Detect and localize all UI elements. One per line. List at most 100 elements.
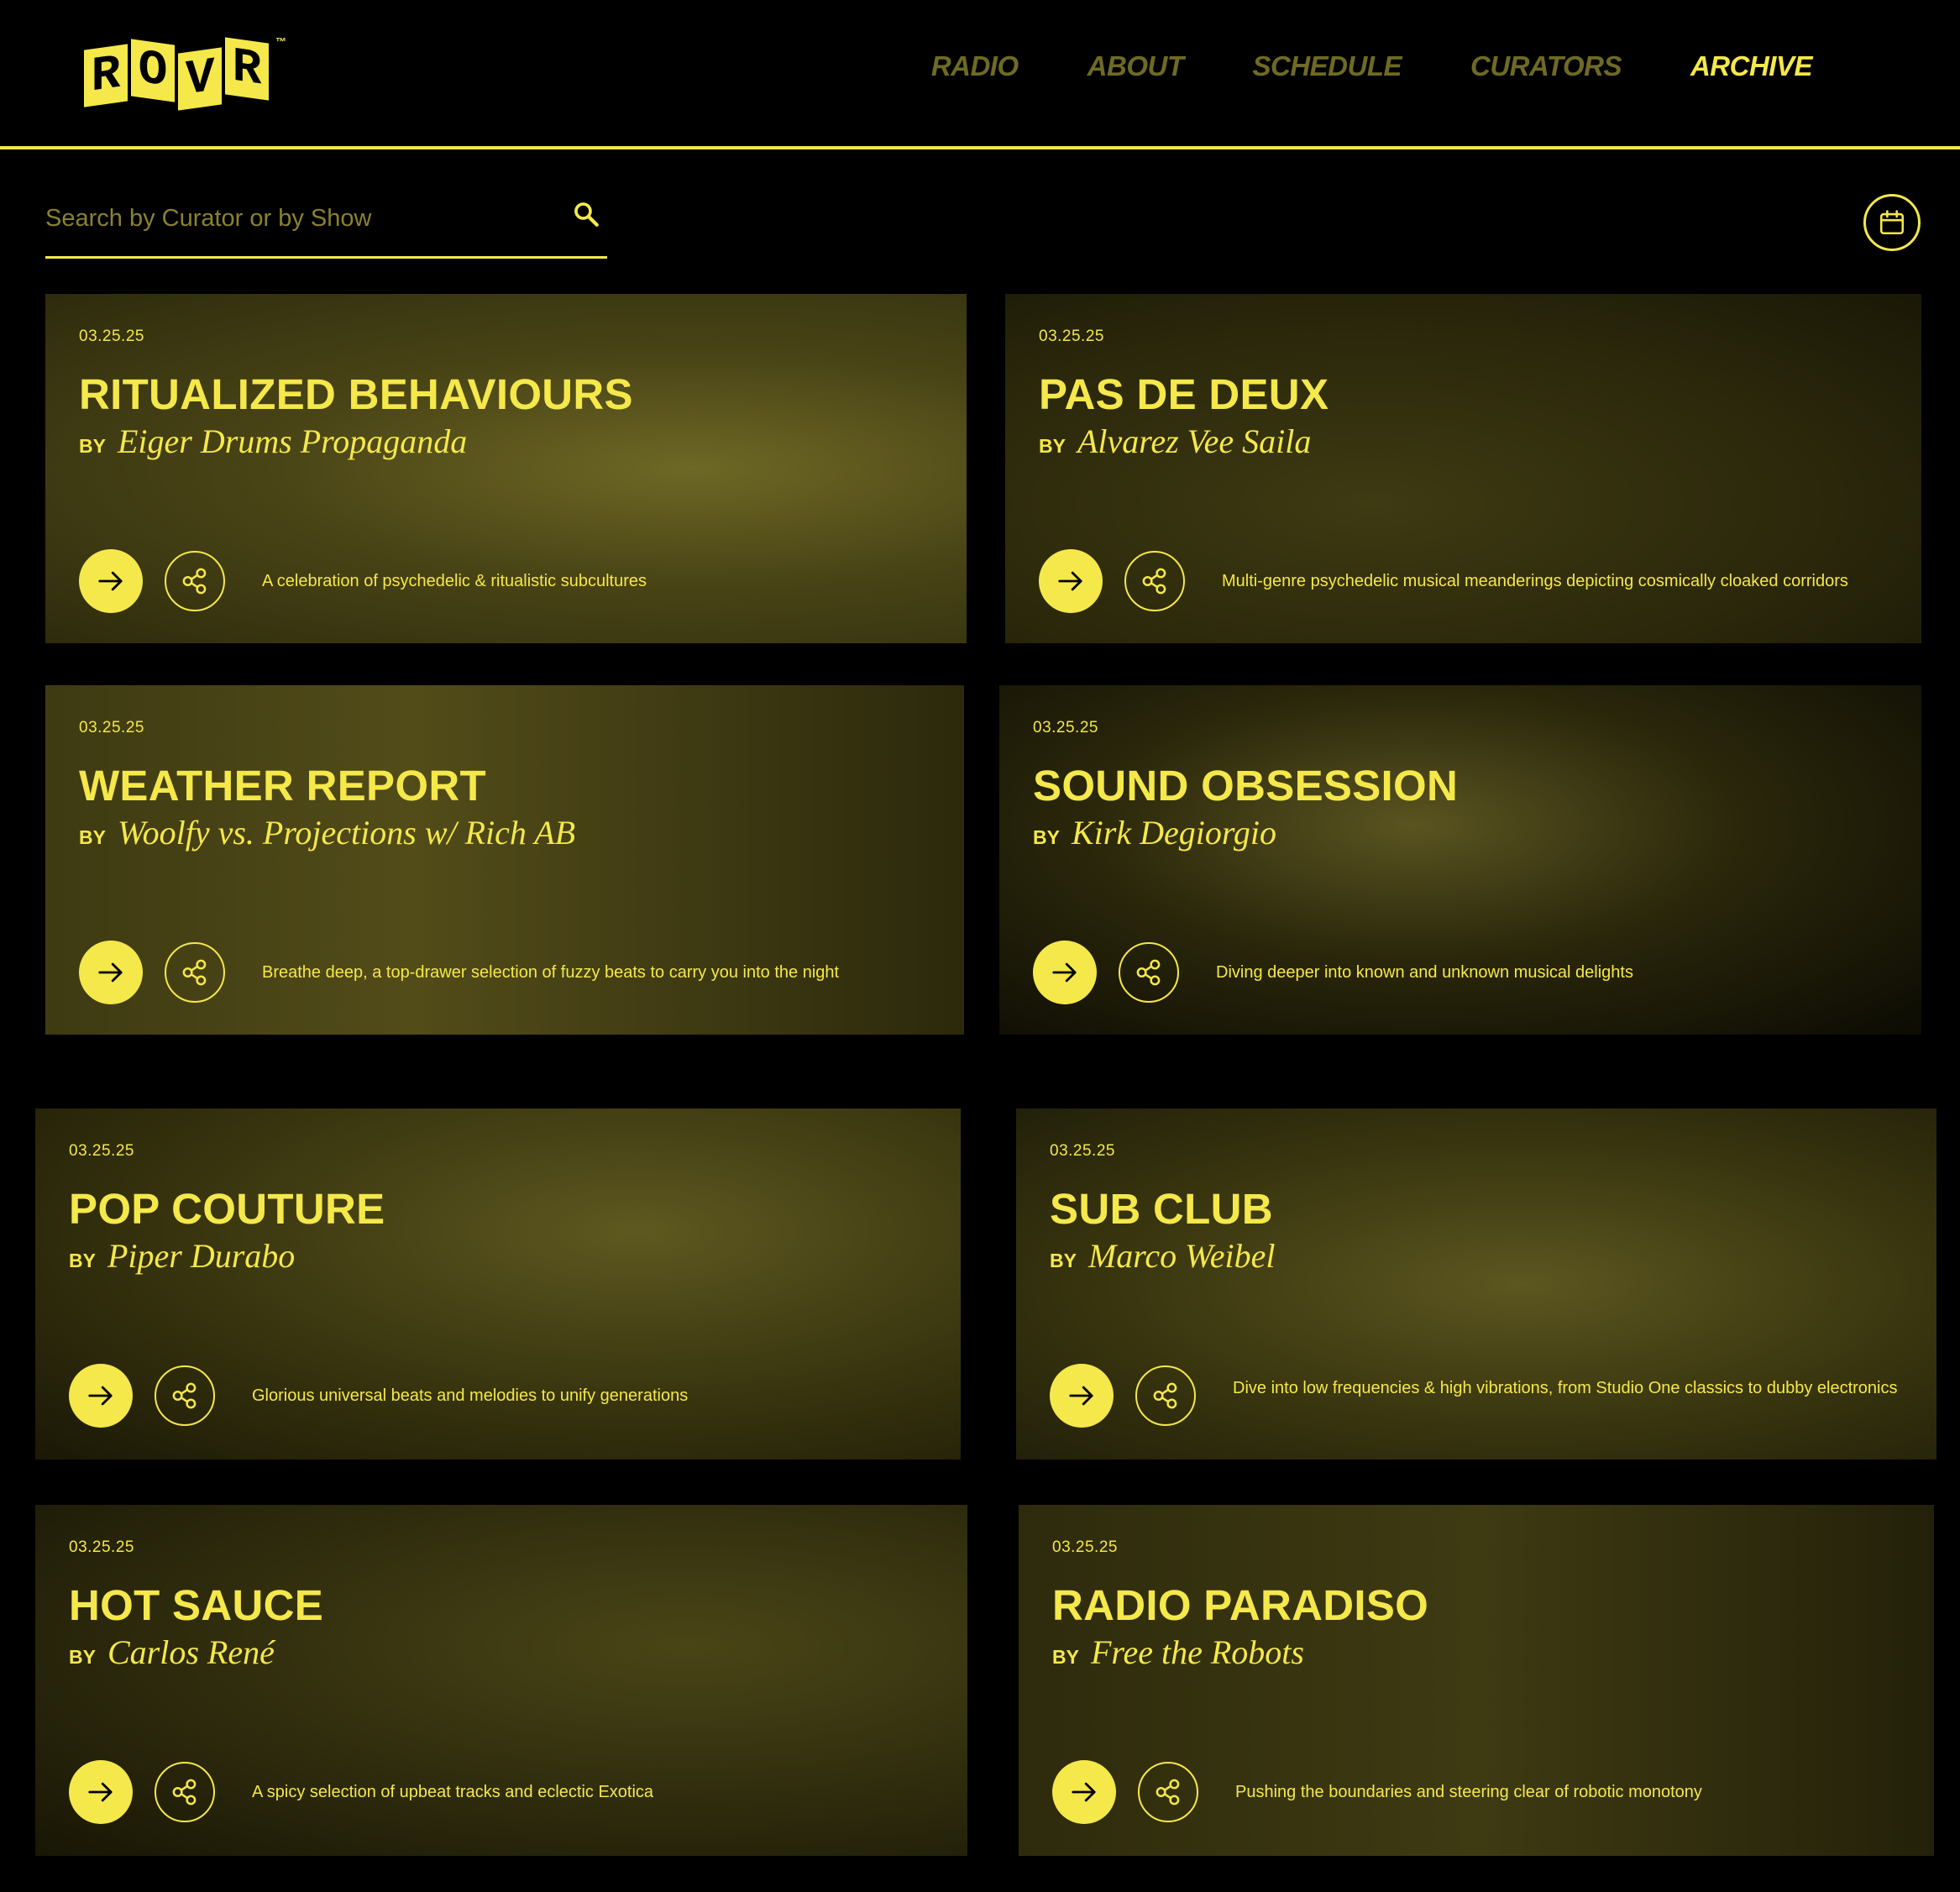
curator-name[interactable]: Marco Weibel: [1088, 1236, 1276, 1276]
logo-letter: O: [131, 39, 175, 102]
show-date: 03.25.25: [79, 719, 144, 736]
show-curator-line: BY Kirk Degiorgio: [1033, 813, 1276, 852]
by-label: BY: [1050, 1250, 1077, 1271]
show-date: 03.25.25: [79, 328, 144, 345]
logo-letter: R: [84, 44, 128, 107]
arrow-right-icon: [1046, 954, 1083, 991]
nav-archive[interactable]: ARCHIVE: [1690, 50, 1813, 82]
show-card[interactable]: 03.25.25 WEATHER REPORT BY Woolfy vs. Pr…: [45, 685, 964, 1035]
show-curator-line: BY Alvarez Vee Saila: [1039, 422, 1311, 461]
arrow-right-icon: [82, 1377, 119, 1414]
share-icon: [167, 1774, 202, 1810]
nav-radio[interactable]: RADIO: [931, 50, 1019, 82]
by-label: BY: [1039, 435, 1066, 457]
share-button[interactable]: [1124, 551, 1185, 611]
curator-name[interactable]: Woolfy vs. Projections w/ Rich AB: [118, 813, 575, 852]
show-date: 03.25.25: [69, 1142, 134, 1160]
curator-name[interactable]: Piper Durabo: [107, 1236, 295, 1276]
share-icon: [177, 563, 212, 599]
show-date: 03.25.25: [1052, 1538, 1118, 1556]
show-description: A spicy selection of upbeat tracks and e…: [252, 1783, 654, 1801]
share-button[interactable]: [1135, 1365, 1196, 1426]
curator-name[interactable]: Alvarez Vee Saila: [1077, 422, 1311, 461]
show-title[interactable]: SUB CLUB: [1050, 1184, 1273, 1234]
play-button[interactable]: [69, 1364, 133, 1428]
show-date: 03.25.25: [1033, 719, 1098, 736]
nav-curators[interactable]: CURATORS: [1470, 50, 1622, 82]
site-header: R O V R ™ RADIO ABOUT SCHEDULE CURATORS …: [0, 0, 1960, 149]
nav-about[interactable]: ABOUT: [1087, 50, 1184, 82]
arrow-right-icon: [92, 954, 129, 991]
arrow-right-icon: [92, 563, 129, 600]
show-title[interactable]: RADIO PARADISO: [1052, 1580, 1428, 1630]
show-description: Glorious universal beats and melodies to…: [252, 1386, 689, 1405]
share-icon: [1148, 1378, 1183, 1413]
curator-name[interactable]: Kirk Degiorgio: [1072, 813, 1276, 852]
arrow-right-icon: [1066, 1774, 1103, 1811]
play-button[interactable]: [1050, 1364, 1114, 1428]
by-label: BY: [69, 1646, 96, 1668]
show-title[interactable]: HOT SAUCE: [69, 1580, 323, 1630]
calendar-button[interactable]: [1863, 194, 1921, 251]
trademark-symbol: ™: [275, 35, 286, 48]
arrow-right-icon: [82, 1774, 119, 1811]
share-icon: [1137, 563, 1172, 599]
share-button[interactable]: [1138, 1762, 1198, 1822]
play-button[interactable]: [79, 549, 143, 613]
play-button[interactable]: [1039, 549, 1103, 613]
curator-name[interactable]: Free the Robots: [1091, 1633, 1304, 1672]
show-title[interactable]: WEATHER REPORT: [79, 761, 486, 810]
show-card[interactable]: 03.25.25 SUB CLUB BY Marco Weibel Dive i…: [1016, 1108, 1936, 1460]
arrow-right-icon: [1063, 1377, 1100, 1414]
show-curator-line: BY Carlos René: [69, 1633, 275, 1672]
by-label: BY: [69, 1250, 96, 1271]
search-icon[interactable]: [572, 200, 600, 228]
share-button[interactable]: [165, 551, 225, 611]
show-description: A celebration of psychedelic & ritualist…: [262, 572, 647, 590]
show-card[interactable]: 03.25.25 RADIO PARADISO BY Free the Robo…: [1019, 1505, 1934, 1856]
logo-letter: V: [178, 47, 222, 111]
show-title[interactable]: RITUALIZED BEHAVIOURS: [79, 369, 633, 419]
play-button[interactable]: [69, 1760, 133, 1824]
arrow-right-icon: [1052, 563, 1089, 600]
show-card[interactable]: 03.25.25 POP COUTURE BY Piper Durabo Glo…: [35, 1108, 961, 1460]
share-icon: [177, 955, 212, 990]
by-label: BY: [79, 435, 106, 457]
show-description: Dive into low frequencies & high vibrati…: [1233, 1379, 1898, 1397]
show-card[interactable]: 03.25.25 PAS DE DEUX BY Alvarez Vee Sail…: [1005, 294, 1921, 643]
share-button[interactable]: [165, 942, 225, 1003]
by-label: BY: [1052, 1646, 1079, 1668]
main-nav: RADIO ABOUT SCHEDULE CURATORS ARCHIVE: [862, 50, 1813, 82]
show-card[interactable]: 03.25.25 SOUND OBSESSION BY Kirk Degiorg…: [999, 685, 1921, 1035]
show-card[interactable]: 03.25.25 HOT SAUCE BY Carlos René A spic…: [35, 1505, 967, 1856]
rovr-logo[interactable]: R O V R ™: [84, 35, 286, 113]
play-button[interactable]: [79, 941, 143, 1004]
show-curator-line: BY Woolfy vs. Projections w/ Rich AB: [79, 813, 575, 852]
share-button[interactable]: [155, 1365, 215, 1426]
share-icon: [1150, 1774, 1186, 1810]
show-curator-line: BY Eiger Drums Propaganda: [79, 422, 467, 461]
show-curator-line: BY Piper Durabo: [69, 1236, 295, 1276]
curator-name[interactable]: Carlos René: [107, 1633, 275, 1672]
play-button[interactable]: [1033, 941, 1097, 1004]
show-title[interactable]: POP COUTURE: [69, 1184, 385, 1234]
share-icon: [1131, 955, 1166, 990]
search-input[interactable]: [45, 193, 549, 244]
show-title[interactable]: PAS DE DEUX: [1039, 369, 1329, 419]
show-date: 03.25.25: [1039, 328, 1104, 345]
curator-name[interactable]: Eiger Drums Propaganda: [118, 422, 467, 461]
show-description: Pushing the boundaries and steering clea…: [1235, 1783, 1702, 1801]
show-curator-line: BY Free the Robots: [1052, 1633, 1304, 1672]
share-icon: [167, 1378, 202, 1413]
calendar-icon: [1879, 210, 1905, 235]
show-title[interactable]: SOUND OBSESSION: [1033, 761, 1458, 810]
nav-schedule[interactable]: SCHEDULE: [1252, 50, 1402, 82]
show-card[interactable]: 03.25.25 RITUALIZED BEHAVIOURS BY Eiger …: [45, 294, 967, 643]
play-button[interactable]: [1052, 1760, 1116, 1824]
show-description: Breathe deep, a top-drawer selection of …: [262, 963, 840, 982]
share-button[interactable]: [1119, 942, 1179, 1003]
logo-letter: R: [225, 37, 269, 101]
show-description: Diving deeper into known and unknown mus…: [1216, 963, 1633, 982]
share-button[interactable]: [155, 1762, 215, 1822]
search-bar: [45, 185, 607, 259]
